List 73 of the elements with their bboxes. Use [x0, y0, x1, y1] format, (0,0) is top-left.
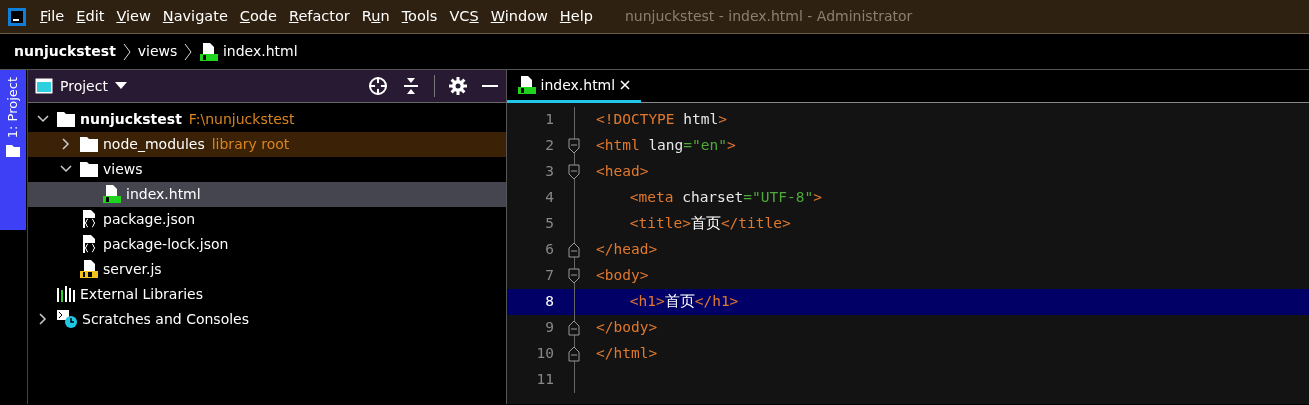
fold-icon[interactable]: [566, 136, 582, 155]
unfold-icon[interactable]: [566, 344, 582, 363]
code-line: <meta charset="UTF-8">: [628, 187, 822, 207]
window-title: nunjuckstest - index.html - Administrator: [624, 7, 913, 26]
folder-icon: [56, 110, 76, 128]
fold-icon[interactable]: [566, 162, 582, 181]
settings-icon[interactable]: [449, 77, 467, 95]
window-icon: [35, 78, 53, 94]
code-line: </head>: [595, 239, 658, 259]
app-logo-icon: [7, 6, 27, 27]
tree-item[interactable]: views: [28, 156, 506, 182]
library-icon: [56, 285, 76, 303]
tree-item[interactable]: package-lock.json: [28, 231, 506, 257]
breadcrumb-item[interactable]: nunjuckstest: [14, 41, 116, 62]
line-number: 1: [544, 109, 554, 129]
breadcrumb-item[interactable]: index.html: [199, 41, 298, 62]
tree-item[interactable]: Scratches and Consoles: [28, 306, 506, 332]
editor-tab[interactable]: index.html: [507, 70, 641, 103]
line-number: 8: [544, 291, 554, 311]
line-number: 3: [544, 161, 554, 181]
code-line: <html lang="en">: [595, 135, 736, 155]
code-line: </body>: [595, 317, 658, 337]
js-file-icon: [79, 259, 99, 279]
line-number: 11: [535, 369, 554, 389]
tree-item[interactable]: nunjuckstest F:\nunjuckstest: [28, 106, 506, 132]
breadcrumb-item[interactable]: views: [137, 41, 178, 62]
folder-icon: [6, 145, 20, 158]
code-line: <head>: [595, 161, 649, 181]
collapse-all-icon[interactable]: [402, 77, 420, 95]
tool-window-tab[interactable]: 1: Project: [0, 70, 26, 230]
fold-icon[interactable]: [566, 266, 582, 285]
unfold-icon[interactable]: [566, 318, 582, 337]
code-line: <body>: [595, 265, 649, 285]
menu-item[interactable]: Edit: [70, 5, 111, 28]
line-number: 5: [544, 213, 554, 233]
code-line: </html>: [595, 343, 658, 363]
menu-item[interactable]: Refactor: [283, 5, 356, 28]
menu-item[interactable]: Navigate: [156, 5, 234, 28]
code-line: <!DOCTYPE html>: [595, 109, 727, 129]
line-number: 4: [544, 187, 554, 207]
menu-item[interactable]: File: [34, 5, 71, 28]
code-line: <h1>首页</h1>: [628, 291, 739, 311]
html-file-icon: [199, 41, 220, 62]
menu-item[interactable]: Run: [355, 5, 396, 28]
tree-item[interactable]: node_modules library root: [28, 131, 506, 157]
folder-icon: [79, 160, 99, 178]
scratch-console-icon: [56, 309, 78, 329]
tree-item[interactable]: index.html: [28, 181, 506, 207]
menu-item[interactable]: View: [110, 5, 157, 28]
tree-item[interactable]: server.js: [28, 256, 506, 282]
folder-icon: [79, 135, 99, 153]
menu-item[interactable]: Code: [233, 5, 283, 28]
menu-item[interactable]: Help: [553, 5, 599, 28]
menu-item[interactable]: VCS: [443, 5, 485, 28]
close-icon[interactable]: [618, 79, 631, 91]
tree-item[interactable]: External Libraries: [28, 281, 506, 307]
chevron-icon: [184, 42, 193, 61]
chevron-icon: [122, 42, 131, 61]
menu-item[interactable]: Tools: [395, 5, 444, 28]
line-number: 2: [544, 135, 554, 155]
html-file-icon: [102, 184, 122, 204]
project-view-dropdown[interactable]: Project: [35, 75, 127, 97]
line-number: 7: [544, 265, 554, 285]
code-line: <title>首页</title>: [628, 213, 791, 233]
line-number: 9: [544, 317, 554, 337]
html-file-icon: [517, 75, 537, 95]
unfold-icon[interactable]: [566, 240, 582, 259]
line-number: 6: [544, 239, 554, 259]
caret-icon: [114, 82, 127, 90]
locate-icon[interactable]: [368, 76, 388, 96]
line-number: 10: [535, 343, 554, 363]
menu-item[interactable]: Window: [484, 5, 554, 28]
tree-item[interactable]: package.json: [28, 206, 506, 232]
